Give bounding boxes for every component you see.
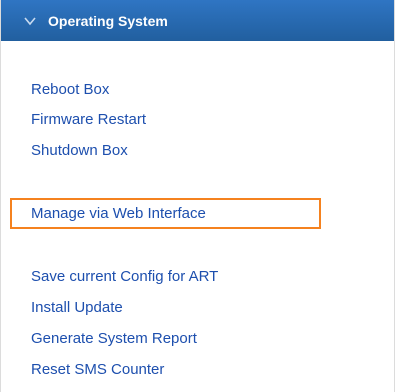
generate-system-report-link[interactable]: Generate System Report xyxy=(31,329,197,348)
shutdown-box-link[interactable]: Shutdown Box xyxy=(31,141,128,160)
reboot-box-link[interactable]: Reboot Box xyxy=(31,80,109,99)
operating-system-panel: Operating System Reboot Box Firmware Res… xyxy=(0,0,395,392)
panel-title: Operating System xyxy=(48,12,168,29)
manage-web-interface-link[interactable]: Manage via Web Interface xyxy=(31,204,206,223)
firmware-restart-link[interactable]: Firmware Restart xyxy=(31,110,146,129)
panel-header[interactable]: Operating System xyxy=(1,0,394,41)
reset-sms-counter-link[interactable]: Reset SMS Counter xyxy=(31,360,164,379)
chevron-down-icon[interactable] xyxy=(23,14,37,28)
install-update-link[interactable]: Install Update xyxy=(31,298,123,317)
save-config-art-link[interactable]: Save current Config for ART xyxy=(31,267,218,286)
